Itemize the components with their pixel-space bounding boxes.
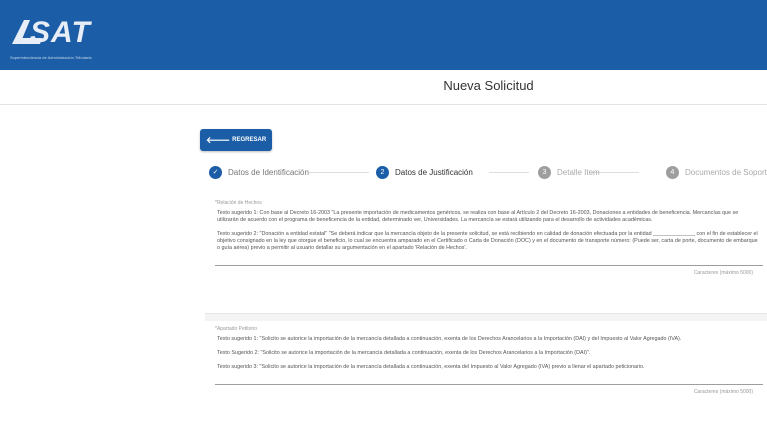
suggested-text-1: Texto sugerido 1: "Solicito se autorice … <box>217 336 682 342</box>
step-number: 2 <box>376 165 389 179</box>
relacion-hechos-field: *Relación de Hechos Texto sugerido 1: Co… <box>215 200 763 276</box>
step-detalle-item[interactable]: 3 Detalle Item <box>538 162 600 182</box>
suggested-text-2: Texto Sugerido 2: "Solicito se autorice … <box>217 350 591 356</box>
step-number: 4 <box>666 165 679 179</box>
back-button[interactable]: 🡐 REGRESAR <box>200 129 272 151</box>
step-number: 3 <box>538 165 551 179</box>
check-icon: ✓ <box>209 165 222 179</box>
step-connector <box>489 172 529 173</box>
stepper: ✓ Datos de Identificación 2 Datos de Jus… <box>209 162 767 182</box>
arrow-left-icon: 🡐 <box>206 134 231 145</box>
back-button-label: REGRESAR <box>232 137 267 143</box>
logo-subtitle: Superintendencia de Administración Tribu… <box>10 55 92 60</box>
apartado-petitorio-field: *Apartado Petitorio Texto sugerido 1: "S… <box>215 326 763 395</box>
section-separator <box>205 313 767 321</box>
char-counter: Caracteres (máximo 5000) <box>693 389 753 395</box>
step-documentos-soporte[interactable]: 4 Documentos de Soporte <box>666 162 767 182</box>
apartado-petitorio-label: *Apartado Petitorio <box>215 326 257 332</box>
step-label: Datos de Identificación <box>228 167 309 177</box>
step-label: Documentos de Soporte <box>685 167 767 177</box>
step-datos-identificacion[interactable]: ✓ Datos de Identificación <box>209 162 309 182</box>
suggested-text-1: Texto sugerido 1: Con base al Decreto 16… <box>217 210 739 223</box>
apartado-petitorio-textarea[interactable]: Texto sugerido 1: "Solicito se autorice … <box>215 334 763 385</box>
step-connector <box>309 172 369 173</box>
char-counter: Caracteres (máximo 5000) <box>693 270 753 276</box>
title-divider <box>0 104 767 105</box>
sat-logo[interactable]: SAT Superintendencia de Administración T… <box>8 12 138 62</box>
suggested-text-3: Texto sugerido 3: "Solicito se autorice … <box>217 364 645 370</box>
top-header: SAT Superintendencia de Administración T… <box>0 0 767 70</box>
page-title: Nueva Solicitud <box>443 78 534 93</box>
suggested-text-2: Texto sugerido 2: "Donación a entidad es… <box>217 231 758 251</box>
step-label: Datos de Justificación <box>395 167 473 177</box>
step-datos-justificacion[interactable]: 2 Datos de Justificación <box>376 162 473 182</box>
step-label: Detalle Item <box>557 167 600 177</box>
relacion-hechos-textarea[interactable]: Texto sugerido 1: Con base al Decreto 16… <box>215 208 763 266</box>
logo-text: SAT <box>30 16 91 49</box>
relacion-hechos-label: *Relación de Hechos <box>215 200 262 206</box>
